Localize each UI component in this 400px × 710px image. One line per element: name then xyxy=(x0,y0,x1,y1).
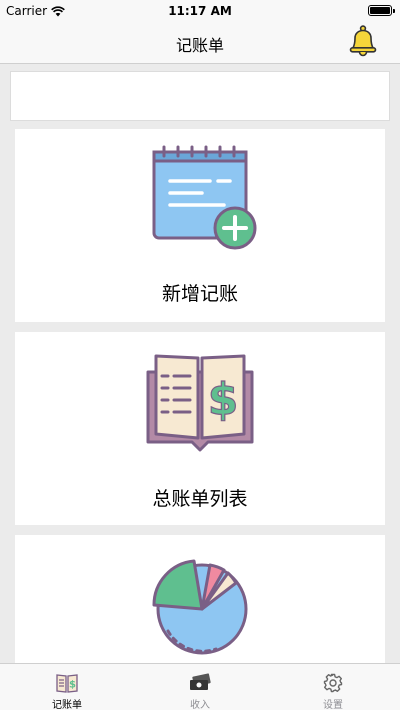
status-bar: Carrier 11:17 AM xyxy=(0,0,400,22)
notepad-add-icon xyxy=(152,145,257,250)
statistics-card[interactable] xyxy=(15,535,385,665)
tab-ledger-label: 记账单 xyxy=(52,700,82,710)
tab-income[interactable]: 收入 xyxy=(133,664,267,710)
cash-icon xyxy=(190,673,211,690)
add-record-label: 新增记账 xyxy=(161,283,238,305)
tab-settings-label: 设置 xyxy=(323,700,343,710)
navigation-bar: 记账单 xyxy=(0,22,400,64)
svg-text:$: $ xyxy=(208,374,239,425)
status-time: 11:17 AM xyxy=(168,4,232,18)
search-input[interactable] xyxy=(10,71,390,121)
bell-icon[interactable] xyxy=(346,24,380,58)
pie-chart-icon xyxy=(152,559,248,655)
gear-icon xyxy=(323,673,343,693)
page-title: 记账单 xyxy=(175,36,224,55)
add-record-card[interactable]: 新增记账 xyxy=(15,129,385,322)
tab-ledger[interactable]: $ 记账单 xyxy=(0,664,134,710)
svg-text:$: $ xyxy=(69,680,76,691)
battery-icon xyxy=(368,5,395,16)
ledger-book-icon: $ xyxy=(146,354,254,452)
ledger-list-label: 总账单列表 xyxy=(152,488,248,510)
tab-income-label: 收入 xyxy=(190,700,210,710)
ledger-tab-icon: $ xyxy=(56,674,78,693)
tab-settings[interactable]: 设置 xyxy=(266,664,400,710)
tab-bar: $ 记账单 收入 设置 xyxy=(0,663,400,710)
ledger-list-card[interactable]: $ 总账单列表 xyxy=(15,332,385,525)
